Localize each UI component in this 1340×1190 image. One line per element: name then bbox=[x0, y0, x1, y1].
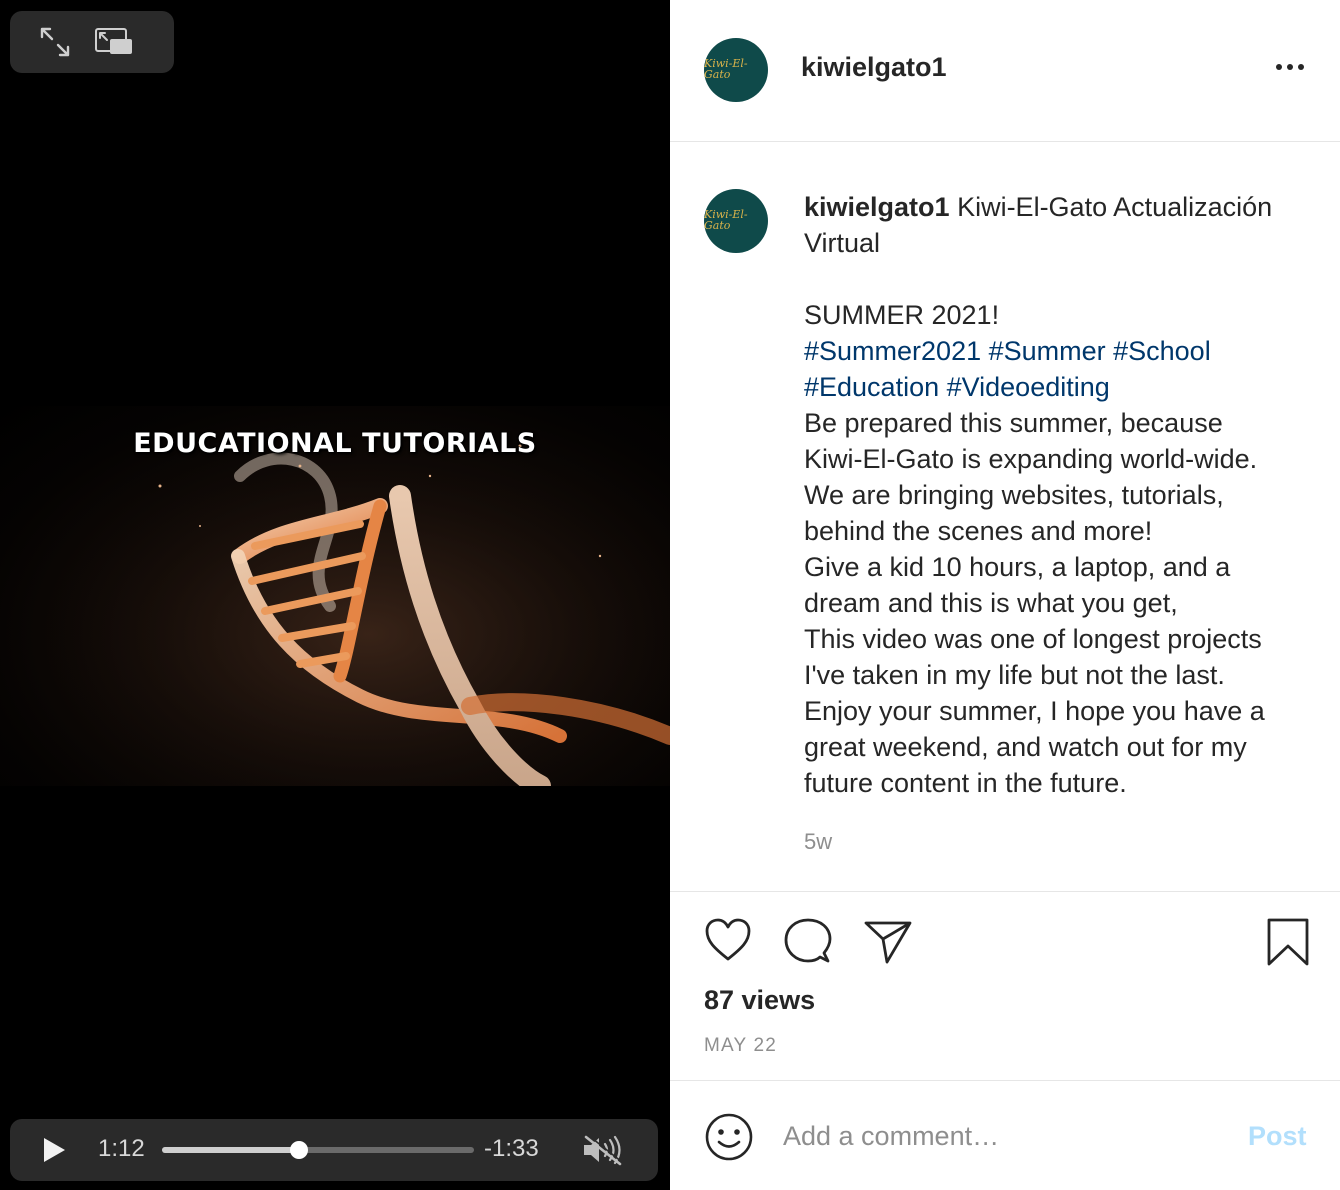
time-remaining: -1:33 bbox=[484, 1135, 539, 1162]
like-button[interactable] bbox=[704, 917, 752, 968]
avatar[interactable]: Kiwi-El-Gato bbox=[704, 38, 768, 102]
play-button[interactable] bbox=[40, 1136, 68, 1169]
caption-line: great weekend, and watch out for my bbox=[804, 732, 1247, 762]
share-button[interactable] bbox=[863, 917, 913, 970]
bookmark-icon bbox=[1267, 918, 1309, 966]
caption-username-link[interactable]: kiwielgato1 bbox=[804, 192, 950, 222]
caption-line: Give a kid 10 hours, a laptop, and a bbox=[804, 552, 1231, 582]
caption-line: Be prepared this summer, because bbox=[804, 408, 1223, 438]
avatar-logo-text: Kiwi-El-Gato bbox=[704, 208, 748, 232]
emoji-smiley-icon bbox=[705, 1113, 753, 1161]
heart-icon bbox=[705, 918, 751, 961]
post-date: MAY 22 bbox=[704, 1035, 778, 1056]
video-overlay-title: Educational Tutorials bbox=[133, 428, 537, 459]
expand-icon[interactable] bbox=[38, 25, 72, 59]
more-options-icon[interactable] bbox=[1276, 64, 1304, 70]
caption-title: Kiwi-El-Gato Actualización bbox=[957, 192, 1273, 222]
picture-in-picture-icon[interactable] bbox=[94, 27, 134, 57]
caption-line: dream and this is what you get, bbox=[804, 588, 1178, 618]
mute-button[interactable] bbox=[580, 1133, 628, 1172]
emoji-button[interactable] bbox=[704, 1112, 754, 1167]
post-comment-button[interactable]: Post bbox=[1248, 1121, 1307, 1152]
caption-text: SUMMER 2021! #Summer2021 #Summer #School #… bbox=[804, 297, 1314, 801]
caption-title-cont: Virtual bbox=[804, 228, 881, 258]
dna-helix-image bbox=[0, 406, 670, 786]
caption-hashtags[interactable]: #Education #Videoediting bbox=[804, 369, 1314, 405]
caption-avatar[interactable]: Kiwi-El-Gato bbox=[704, 189, 768, 253]
speaker-muted-icon bbox=[584, 1134, 623, 1166]
video-control-bar: 1:12 -1:33 bbox=[10, 1119, 658, 1181]
post-header: Kiwi-El-Gato kiwielgato1 bbox=[670, 0, 1340, 142]
scrubber[interactable] bbox=[162, 1141, 474, 1159]
caption-line: future content in the future. bbox=[804, 768, 1127, 798]
scrubber-progress bbox=[162, 1147, 300, 1153]
comment-button[interactable] bbox=[784, 917, 832, 970]
comment-input[interactable] bbox=[783, 1116, 1223, 1156]
post-actions: 87 views MAY 22 bbox=[670, 893, 1340, 1081]
post-sidebar: Kiwi-El-Gato kiwielgato1 Kiwi-El-Gato ki… bbox=[670, 0, 1340, 1190]
save-button[interactable] bbox=[1266, 917, 1310, 972]
paper-plane-icon bbox=[864, 921, 912, 964]
header-username-link[interactable]: kiwielgato1 bbox=[801, 52, 947, 83]
caption-line: This video was one of longest projects bbox=[804, 624, 1262, 654]
video-player[interactable]: Educational Tutorials 1:12 -1:33 bbox=[0, 0, 670, 1190]
view-count[interactable]: 87 views bbox=[704, 985, 815, 1016]
post-age[interactable]: 5w bbox=[804, 829, 832, 855]
post-viewer: Educational Tutorials 1:12 -1:33 bbox=[0, 0, 1340, 1190]
scrubber-handle[interactable] bbox=[290, 1141, 309, 1159]
caption-body: kiwielgato1 Kiwi-El-Gato Actualización V… bbox=[804, 189, 1314, 801]
caption-line: I've taken in my life but not the last. bbox=[804, 660, 1225, 690]
video-top-controls bbox=[10, 11, 174, 73]
caption-hashtags[interactable]: #Summer2021 #Summer #School bbox=[804, 333, 1314, 369]
video-frame[interactable]: Educational Tutorials bbox=[0, 406, 670, 786]
play-icon bbox=[44, 1138, 65, 1162]
comment-icon bbox=[784, 918, 832, 963]
caption-line: We are bringing websites, tutorials, bbox=[804, 480, 1224, 510]
caption-line: Kiwi-El-Gato is expanding world-wide. bbox=[804, 444, 1258, 474]
caption-line: Enjoy your summer, I hope you have a bbox=[804, 696, 1265, 726]
time-elapsed: 1:12 bbox=[98, 1135, 145, 1162]
caption-line: SUMMER 2021! bbox=[804, 300, 1000, 330]
comment-composer: Post bbox=[670, 1082, 1340, 1190]
avatar-logo-text: Kiwi-El-Gato bbox=[704, 57, 748, 81]
caption-area: Kiwi-El-Gato kiwielgato1 Kiwi-El-Gato Ac… bbox=[670, 143, 1340, 892]
caption-line: behind the scenes and more! bbox=[804, 516, 1153, 546]
